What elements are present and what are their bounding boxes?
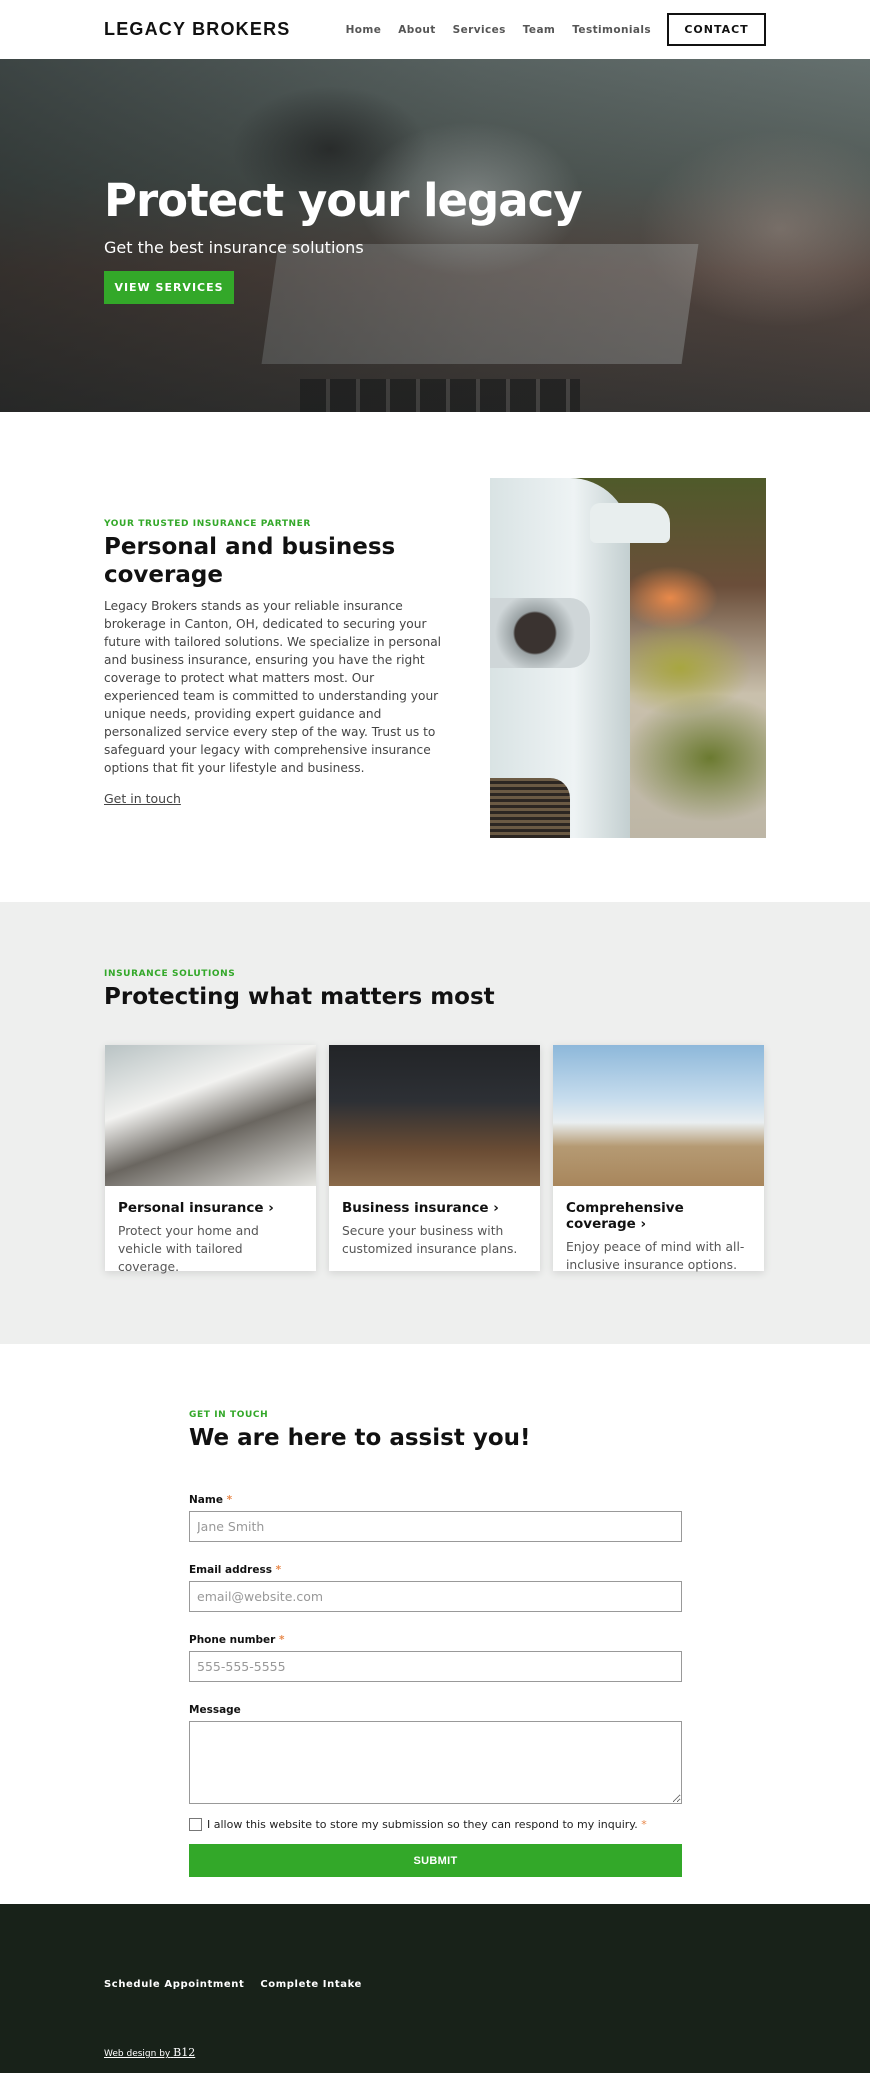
business-insurance-image bbox=[329, 1045, 540, 1186]
consent-label: I allow this website to store my submiss… bbox=[207, 1818, 638, 1831]
nav-testimonials[interactable]: Testimonials bbox=[572, 24, 651, 36]
comprehensive-coverage-image bbox=[553, 1045, 764, 1186]
web-design-credit-link[interactable]: Web design by B12 bbox=[104, 2046, 195, 2059]
services-eyebrow: INSURANCE SOLUTIONS bbox=[104, 969, 236, 979]
service-card-business[interactable]: Business insurance › Secure your busines… bbox=[329, 1045, 540, 1271]
card-description: Protect your home and vehicle with tailo… bbox=[118, 1224, 259, 1274]
get-in-touch-link[interactable]: Get in touch bbox=[104, 791, 181, 806]
site-footer: Schedule Appointment Complete Intake Web… bbox=[0, 1904, 870, 2073]
services-header: INSURANCE SOLUTIONS Protecting what matt… bbox=[104, 969, 495, 1012]
about-section: YOUR TRUSTED INSURANCE PARTNER Personal … bbox=[0, 412, 870, 902]
nav-services[interactable]: Services bbox=[453, 24, 506, 36]
footer-links: Schedule Appointment Complete Intake bbox=[104, 1979, 362, 1990]
services-section: INSURANCE SOLUTIONS Protecting what matt… bbox=[0, 902, 870, 1344]
hero-content: Protect your legacy Get the best insuran… bbox=[104, 174, 583, 304]
consent-checkbox[interactable] bbox=[189, 1818, 202, 1831]
email-input[interactable] bbox=[189, 1581, 682, 1612]
schedule-appointment-link[interactable]: Schedule Appointment bbox=[104, 1979, 244, 1990]
contact-title: We are here to assist you! bbox=[189, 1425, 531, 1451]
hero-title: Protect your legacy bbox=[104, 174, 583, 227]
name-label: Name * bbox=[189, 1494, 233, 1506]
car-mirror-shape bbox=[590, 503, 670, 543]
chevron-right-icon: › bbox=[640, 1216, 647, 1232]
required-mark: * bbox=[641, 1818, 647, 1831]
service-card-personal[interactable]: Personal insurance › Protect your home a… bbox=[105, 1045, 316, 1274]
service-card-comprehensive[interactable]: Comprehensive coverage › Enjoy peace of … bbox=[553, 1045, 764, 1272]
chevron-right-icon: › bbox=[268, 1200, 274, 1216]
logo[interactable]: LEGACY BROKERS bbox=[104, 19, 291, 40]
car-headlight-shape bbox=[490, 598, 590, 668]
contact-header: GET IN TOUCH We are here to assist you! bbox=[189, 1410, 531, 1453]
nav-team[interactable]: Team bbox=[523, 24, 556, 36]
contact-eyebrow: GET IN TOUCH bbox=[189, 1410, 269, 1420]
message-label: Message bbox=[189, 1704, 241, 1716]
car-grill-shape bbox=[490, 778, 570, 838]
card-description: Enjoy peace of mind with all-inclusive i… bbox=[566, 1240, 745, 1272]
contact-form: Name * Email address * Phone number * Me… bbox=[189, 1488, 682, 1877]
view-services-button[interactable]: VIEW SERVICES bbox=[104, 270, 234, 304]
personal-insurance-image bbox=[105, 1045, 316, 1186]
chevron-right-icon: › bbox=[493, 1200, 499, 1216]
phone-label: Phone number * bbox=[189, 1634, 285, 1646]
required-mark: * bbox=[226, 1494, 233, 1506]
nav-about[interactable]: About bbox=[398, 24, 435, 36]
contact-button[interactable]: CONTACT bbox=[667, 13, 766, 46]
required-mark: * bbox=[279, 1634, 285, 1646]
about-text: YOUR TRUSTED INSURANCE PARTNER Personal … bbox=[104, 519, 444, 807]
services-title: Protecting what matters most bbox=[104, 984, 495, 1010]
about-body: Legacy Brokers stands as your reliable i… bbox=[104, 599, 442, 776]
nav-home[interactable]: Home bbox=[346, 24, 382, 36]
card-title[interactable]: Comprehensive coverage › bbox=[566, 1200, 751, 1232]
name-input[interactable] bbox=[189, 1511, 682, 1542]
card-title[interactable]: Personal insurance › bbox=[118, 1200, 303, 1216]
main-nav: Home About Services Team Testimonials CO… bbox=[346, 13, 766, 46]
service-cards: Personal insurance › Protect your home a… bbox=[105, 1045, 764, 1274]
email-label: Email address * bbox=[189, 1564, 282, 1576]
complete-intake-link[interactable]: Complete Intake bbox=[260, 1979, 362, 1990]
submit-button[interactable]: SUBMIT bbox=[189, 1844, 682, 1877]
phone-input[interactable] bbox=[189, 1651, 682, 1682]
hero-section: Protect your legacy Get the best insuran… bbox=[0, 59, 870, 412]
about-title: Personal and business coverage bbox=[104, 534, 396, 588]
contact-section: GET IN TOUCH We are here to assist you! … bbox=[0, 1344, 870, 1904]
about-eyebrow: YOUR TRUSTED INSURANCE PARTNER bbox=[104, 519, 311, 529]
b12-logo: B12 bbox=[173, 2046, 196, 2059]
consent-row: I allow this website to store my submiss… bbox=[189, 1818, 682, 1831]
car-image bbox=[490, 478, 766, 838]
message-textarea[interactable] bbox=[189, 1721, 682, 1804]
card-title[interactable]: Business insurance › bbox=[342, 1200, 527, 1216]
required-mark: * bbox=[275, 1564, 282, 1576]
card-description: Secure your business with customized ins… bbox=[342, 1224, 518, 1256]
hero-subtitle: Get the best insurance solutions bbox=[104, 237, 364, 257]
site-header: LEGACY BROKERS Home About Services Team … bbox=[0, 0, 870, 59]
